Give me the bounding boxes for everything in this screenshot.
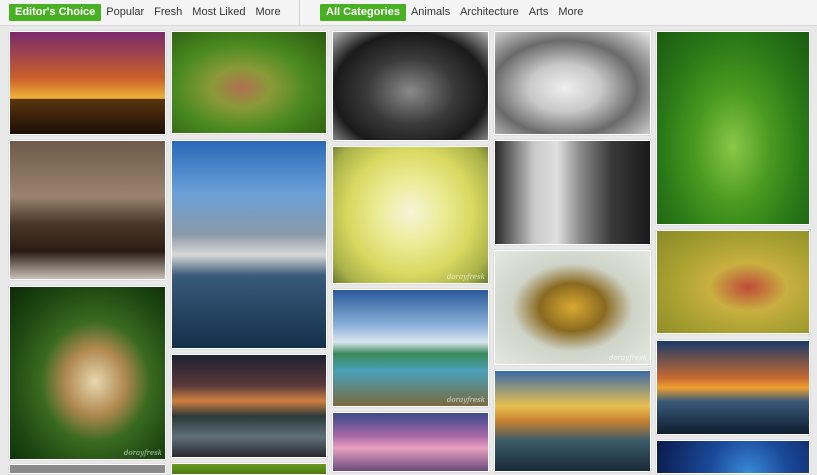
photo-turtle-reflection[interactable]: dorayfresk — [494, 250, 651, 365]
photo-toronto-skyline[interactable] — [171, 140, 327, 349]
photo-hummingbird[interactable] — [171, 31, 327, 134]
tab-editors-choice[interactable]: Editor's Choice — [9, 4, 102, 21]
photo-coast-cliffs[interactable] — [494, 370, 651, 472]
photo-shipwreck[interactable] — [332, 412, 489, 472]
photo-star-trails[interactable] — [656, 440, 810, 474]
photo-gorillas[interactable] — [332, 31, 489, 141]
photo-signature: dorayfresk — [123, 449, 162, 457]
tab-all-categories[interactable]: All Categories — [320, 4, 406, 21]
photo-signature: dorayfresk — [446, 273, 485, 281]
photo-tropical-beach[interactable]: dorayfresk — [332, 289, 489, 407]
filter-divider — [299, 0, 300, 25]
tab-fresh[interactable]: Fresh — [149, 4, 187, 21]
tab-arts[interactable]: Arts — [524, 4, 554, 21]
category-filters: All Categories Animals Architecture Arts… — [320, 0, 588, 25]
tab-more[interactable]: More — [251, 4, 286, 21]
photo-lake-storm[interactable] — [171, 354, 327, 458]
filter-bar: Editor's Choice Popular Fresh Most Liked… — [0, 0, 817, 26]
photo-hummingbird-flower[interactable] — [656, 230, 810, 334]
tab-most-liked[interactable]: Most Liked — [187, 4, 250, 21]
photo-mountain-sunset[interactable] — [9, 31, 166, 135]
tab-categories-more[interactable]: More — [553, 4, 588, 21]
photo-signature: dorayfresk — [608, 354, 647, 362]
photo-yellow-rose[interactable]: dorayfresk — [332, 146, 489, 284]
photo-signature: dorayfresk — [446, 396, 485, 404]
photo-sea-stacks[interactable] — [494, 140, 651, 245]
photo-partial-col2[interactable] — [171, 463, 327, 475]
primary-filters: Editor's Choice Popular Fresh Most Liked… — [9, 0, 286, 25]
photo-beetle-thistle[interactable] — [656, 31, 810, 225]
photo-partial-col1[interactable] — [9, 464, 166, 474]
photo-group-fashion[interactable] — [9, 140, 166, 280]
photo-parrot[interactable]: dorayfresk — [9, 286, 166, 460]
photo-sunset-sea[interactable] — [656, 340, 810, 435]
photo-girl-portrait[interactable] — [494, 31, 651, 135]
tab-animals[interactable]: Animals — [406, 4, 455, 21]
tab-popular[interactable]: Popular — [101, 4, 149, 21]
tab-architecture[interactable]: Architecture — [455, 4, 524, 21]
